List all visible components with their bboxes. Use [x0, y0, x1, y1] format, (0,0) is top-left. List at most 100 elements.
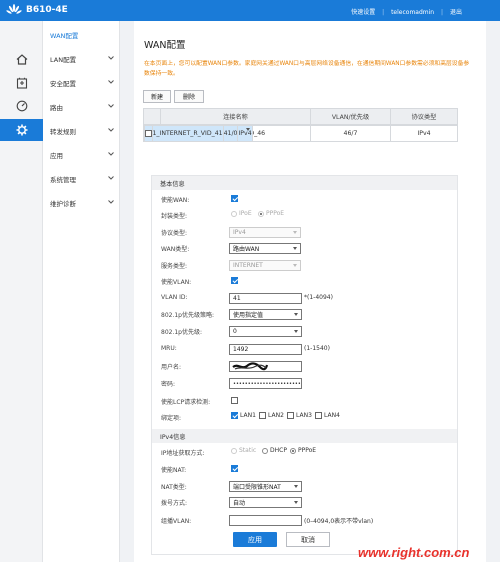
radio-pppoe[interactable]: [258, 210, 264, 217]
protocol-type-label: 协议类型:: [161, 230, 188, 237]
column-header-vlan: VLAN/优先级: [310, 108, 391, 125]
mru-label: MRU:: [161, 345, 177, 352]
menu-item-security[interactable]: 安全配置: [43, 71, 120, 95]
category-home[interactable]: [0, 48, 43, 70]
new-button[interactable]: 新建: [143, 90, 171, 103]
menu-item-label: 路由: [50, 104, 63, 112]
encap-pppoe-label: PPPoE: [266, 210, 285, 217]
bind-lan1-checkbox[interactable]: [231, 412, 238, 419]
row-checkbox[interactable]: [144, 129, 152, 137]
column-header-name: 连接名称: [160, 108, 311, 125]
menu-item-diagnostics[interactable]: 维护诊断: [43, 191, 120, 215]
multicast-vlan-input[interactable]: [229, 515, 302, 526]
password-input[interactable]: •••••••••••••••••••••••••••••••••: [229, 378, 302, 389]
radio-ip-pppoe[interactable]: [290, 447, 296, 454]
wan-type-select[interactable]: 路由WAN: [229, 243, 301, 254]
menu-item-label: LAN配置: [50, 56, 77, 64]
page-title: WAN配置: [144, 40, 186, 51]
ip-mode-dhcp-option[interactable]: DHCP: [262, 447, 287, 454]
cancel-button[interactable]: 取消: [286, 532, 330, 547]
mru-input[interactable]: 1492: [229, 344, 302, 355]
table-header-row: 连接名称 VLAN/优先级 协议类型: [143, 108, 458, 125]
bind-lan3-option[interactable]: LAN3: [287, 412, 312, 419]
enable-wan-checkbox[interactable]: [231, 195, 238, 202]
bind-lan1-label: LAN1: [240, 412, 256, 419]
ip-mode-label: IP地址获取方式:: [161, 450, 205, 457]
service-type-select[interactable]: INTERNET: [229, 260, 301, 271]
bind-lan3-checkbox[interactable]: [287, 412, 294, 419]
header-separator: |: [441, 9, 444, 16]
row-select-cell[interactable]: [143, 125, 153, 142]
radio-dhcp[interactable]: [262, 447, 268, 454]
binding-label: 绑定项:: [161, 415, 182, 422]
huawei-logo-icon: [6, 4, 22, 14]
menu-item-lan[interactable]: LAN配置: [43, 47, 120, 71]
password-label: 密码:: [161, 381, 176, 388]
ip-mode-pppoe-option[interactable]: PPPoE: [290, 447, 316, 454]
menu-item-label: WAN配置: [50, 32, 79, 40]
priority-select[interactable]: 0: [229, 326, 302, 337]
category-icon-bar: [0, 21, 43, 562]
page-description: 在本页面上，您可以配置WAN口参数。家庭网关通过WAN口与高层网络设备通信，在通…: [144, 61, 470, 77]
menu-item-forwarding[interactable]: 转发规则: [43, 119, 120, 143]
menu-item-label: 应用: [50, 152, 63, 160]
enable-vlan-label: 使能VLAN:: [161, 279, 192, 286]
vlan-priority-cell: 46/7: [310, 125, 391, 142]
chevron-down-icon: [108, 104, 114, 108]
section-ipv4-info: IPv4信息: [152, 429, 457, 443]
protocol-cell: IPv4: [390, 125, 458, 142]
column-header-protocol: 协议类型: [390, 108, 458, 125]
encap-pppoe-option[interactable]: PPPoE: [258, 210, 284, 217]
bind-lan1-option[interactable]: LAN1: [231, 412, 256, 419]
section-basic-info: 基本信息: [152, 176, 457, 190]
enable-nat-checkbox[interactable]: [231, 465, 238, 472]
table-row[interactable]: 1_INTERNET_R_VID_41 41/0 IPv4: [143, 125, 253, 142]
lcp-detect-checkbox[interactable]: [231, 397, 238, 404]
quick-setup-link[interactable]: 快速设置: [351, 9, 375, 16]
priority-policy-select[interactable]: 使用指定值: [229, 309, 302, 320]
redaction-scribble: [232, 362, 268, 371]
service-type-label: 服务类型:: [161, 263, 188, 270]
encap-ipoe-option[interactable]: IPoE: [231, 210, 252, 217]
nat-type-select[interactable]: 端口受限锥形NAT: [229, 481, 302, 492]
delete-button[interactable]: 删除: [174, 90, 204, 103]
enable-vlan-checkbox[interactable]: [231, 277, 238, 284]
logout-link[interactable]: 退出: [450, 9, 462, 16]
chevron-down-icon: [108, 152, 114, 156]
apply-button[interactable]: 应用: [233, 532, 277, 547]
chevron-down-icon: [108, 176, 114, 180]
bind-lan2-checkbox[interactable]: [259, 412, 266, 419]
ip-mode-static-option[interactable]: Static: [231, 447, 256, 454]
user-name-link[interactable]: telecomadmin: [391, 9, 434, 16]
bind-lan4-label: LAN4: [324, 412, 340, 419]
vlan-id-label: VLAN ID:: [161, 294, 188, 301]
enable-nat-label: 使能NAT:: [161, 467, 187, 474]
bind-lan3-label: LAN3: [296, 412, 312, 419]
multicast-vlan-label: 组播VLAN:: [161, 518, 192, 525]
radio-static[interactable]: [231, 447, 237, 454]
menu-item-system[interactable]: 系统管理: [43, 167, 120, 191]
dial-mode-label: 拨号方式:: [161, 500, 188, 507]
menu-item-wan[interactable]: WAN配置: [43, 23, 120, 47]
bind-lan4-checkbox[interactable]: [315, 412, 322, 419]
chevron-down-icon: [108, 128, 114, 132]
category-settings[interactable]: [0, 119, 43, 141]
chevron-down-icon: [108, 80, 114, 84]
category-network[interactable]: [0, 72, 43, 94]
mru-hint: (1-1540): [304, 345, 330, 352]
menu-item-application[interactable]: 应用: [43, 143, 120, 167]
vlan-id-input[interactable]: 41: [229, 293, 302, 304]
menu-item-route[interactable]: 路由: [43, 95, 120, 119]
menu-item-label: 安全配置: [50, 80, 76, 88]
wan-connection-table: 连接名称 VLAN/优先级 协议类型 1_INTERNET_R_VID_41 4…: [143, 108, 458, 142]
category-status[interactable]: [0, 95, 43, 117]
bind-lan4-option[interactable]: LAN4: [315, 412, 340, 419]
header-links: 快速设置 | telecomadmin | 退出: [346, 7, 462, 16]
dial-mode-select[interactable]: 自动: [229, 497, 302, 508]
bind-lan2-option[interactable]: LAN2: [259, 412, 284, 419]
home-icon: [16, 53, 27, 65]
radio-ipoe[interactable]: [231, 210, 237, 217]
enable-wan-label: 使能WAN:: [161, 197, 190, 204]
chevron-down-icon: [108, 56, 114, 60]
protocol-type-select[interactable]: IPv4: [229, 227, 301, 238]
